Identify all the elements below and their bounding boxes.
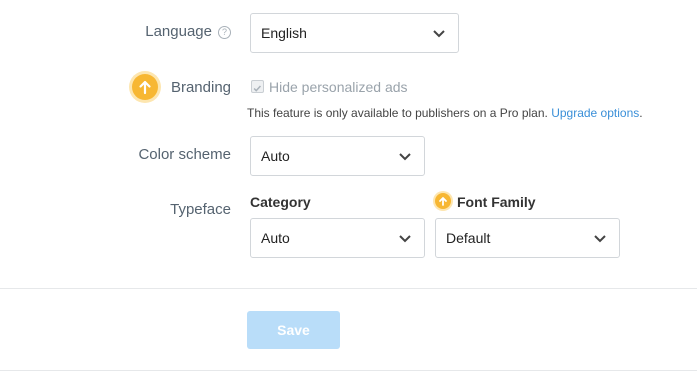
- chevron-down-icon: [433, 30, 445, 38]
- help-icon[interactable]: ?: [218, 26, 231, 39]
- font-family-value: Default: [446, 230, 491, 246]
- chevron-down-icon: [594, 235, 606, 243]
- upgrade-options-link[interactable]: Upgrade options: [551, 106, 639, 120]
- category-select[interactable]: Auto: [250, 218, 425, 258]
- pro-plan-note: This feature is only available to publis…: [247, 106, 643, 120]
- bottom-divider: [0, 370, 697, 371]
- save-button[interactable]: Save: [247, 311, 340, 349]
- section-divider: [0, 288, 697, 289]
- upgrade-arrow-icon: [435, 193, 451, 209]
- hide-ads-checkbox[interactable]: [251, 80, 264, 93]
- typeface-label: Typeface: [170, 201, 231, 218]
- language-select[interactable]: English: [250, 13, 459, 53]
- hide-ads-label: Hide personalized ads: [269, 79, 408, 95]
- language-label: Language?: [145, 23, 231, 40]
- language-value: English: [261, 25, 307, 41]
- font-family-label: Font Family: [457, 194, 536, 210]
- upgrade-arrow-icon: [132, 74, 158, 100]
- category-label: Category: [250, 194, 311, 210]
- language-label-text: Language: [145, 23, 212, 40]
- chevron-down-icon: [399, 235, 411, 243]
- category-value: Auto: [261, 230, 290, 246]
- checkmark-icon: [253, 85, 262, 92]
- branding-label: Branding: [170, 79, 231, 96]
- chevron-down-icon: [399, 153, 411, 161]
- font-family-select[interactable]: Default: [435, 218, 620, 258]
- color-scheme-select[interactable]: Auto: [250, 136, 425, 176]
- color-scheme-value: Auto: [261, 148, 290, 164]
- color-scheme-label: Color scheme: [138, 146, 231, 163]
- pro-plan-note-text: This feature is only available to publis…: [247, 106, 548, 120]
